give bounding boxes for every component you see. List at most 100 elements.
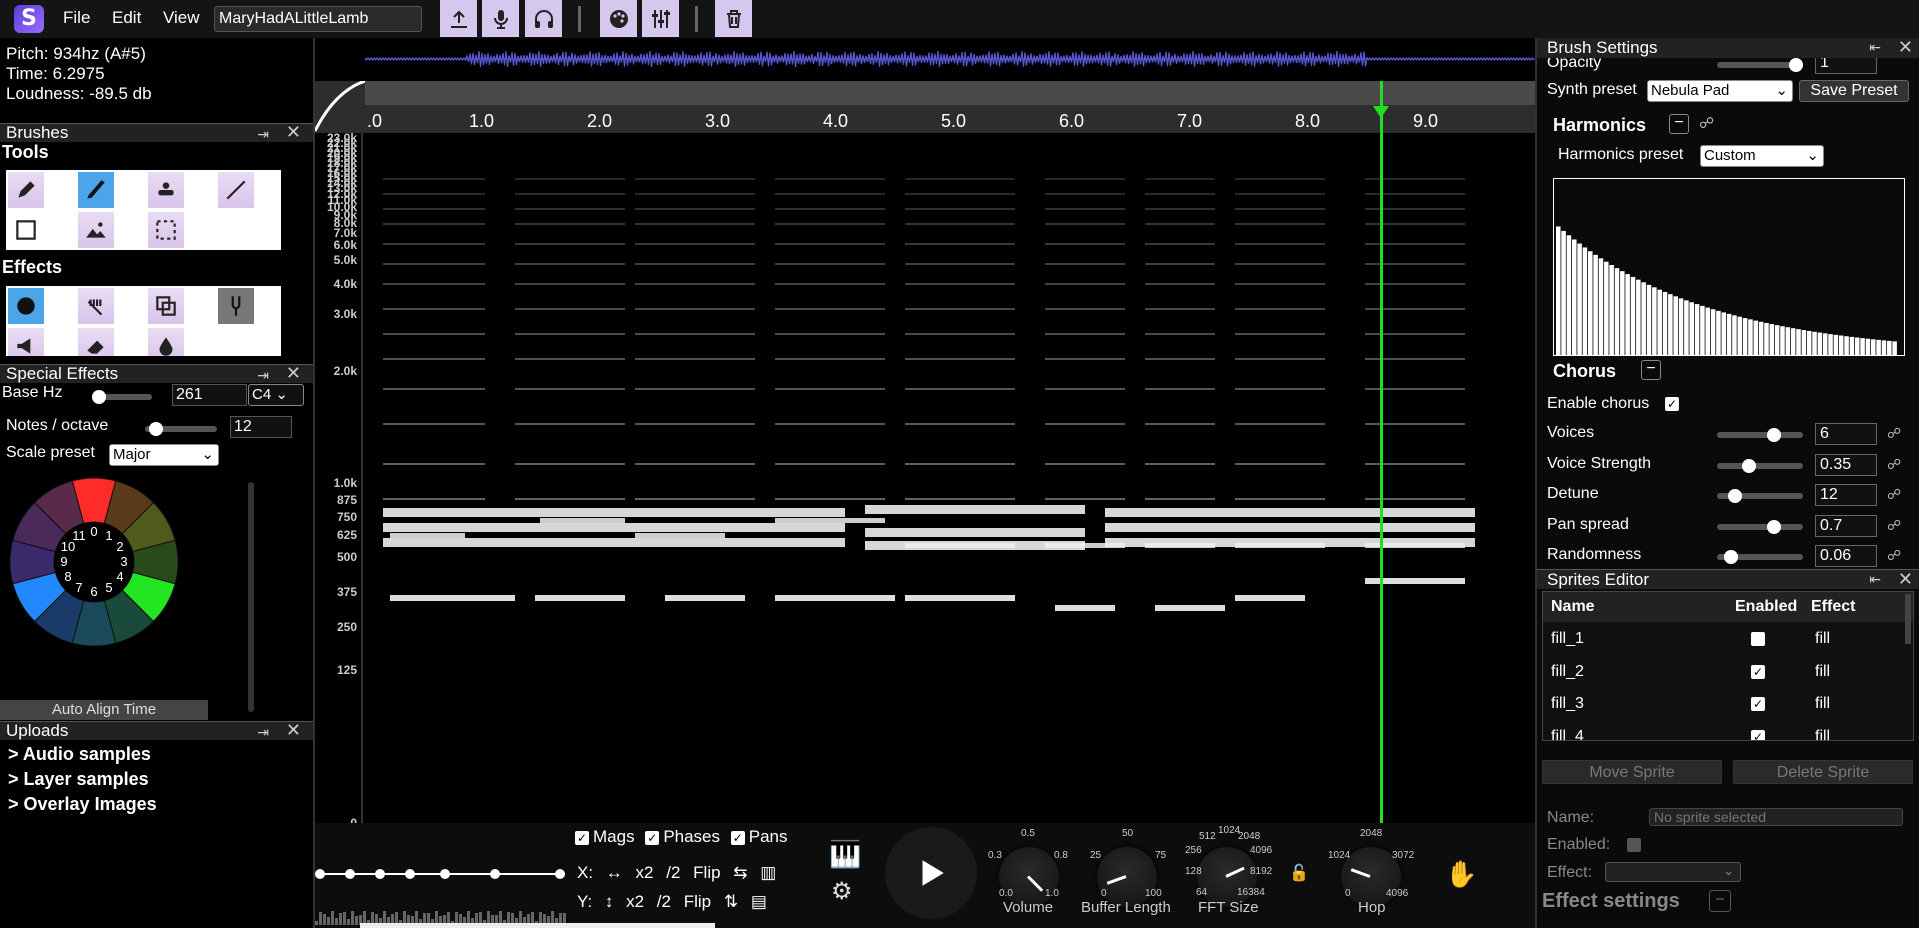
harmonic-bar[interactable] <box>1588 251 1593 355</box>
chorus-param-input[interactable] <box>1815 514 1877 537</box>
y-zoom-in-button[interactable]: x2 <box>626 892 644 911</box>
harmonic-bar[interactable] <box>1822 333 1828 355</box>
save-preset-button[interactable]: Save Preset <box>1799 80 1909 102</box>
undock-icon[interactable]: ⇤ <box>1869 571 1881 588</box>
hand-pan-icon[interactable]: ✋ <box>1445 859 1477 890</box>
harmonic-bar[interactable] <box>1641 282 1646 355</box>
harmonic-bar[interactable] <box>1785 327 1791 355</box>
harmonic-bar[interactable] <box>1806 330 1812 355</box>
pitch-color-wheel[interactable]: 0 1234567891011 <box>4 472 184 652</box>
slider-thumb[interactable] <box>1742 458 1757 473</box>
tuning-fork-effect[interactable] <box>218 288 254 324</box>
clone-effect[interactable] <box>148 288 184 324</box>
stamp-tool[interactable] <box>148 172 184 208</box>
horizontal-grid-icon[interactable]: ▤ <box>751 892 767 911</box>
harmonic-bar[interactable] <box>1876 339 1881 355</box>
harmonic-bar[interactable] <box>1662 291 1668 355</box>
mags-checkbox[interactable]: ✓ Mags <box>575 827 635 846</box>
chorus-param-input[interactable] <box>1815 453 1877 476</box>
harmonic-bar[interactable] <box>1758 321 1764 355</box>
pans-checkbox[interactable]: ✓ Pans <box>730 827 788 846</box>
undock-icon[interactable]: ⇥ <box>257 723 269 741</box>
harmonic-bar[interactable] <box>1860 338 1865 355</box>
chorus-param-slider[interactable] <box>1717 519 1803 534</box>
harmonic-bar[interactable] <box>1668 294 1673 355</box>
table-row[interactable]: fill_3 ✓ fill <box>1543 689 1913 719</box>
harmonic-bar[interactable] <box>1620 271 1625 355</box>
fft-size-knob[interactable] <box>1197 847 1257 907</box>
base-note-select[interactable]: C4 ⌄ <box>248 384 304 406</box>
link-icon[interactable]: ☍ <box>1887 547 1901 564</box>
harmonic-bar[interactable] <box>1748 319 1753 355</box>
slider-thumb[interactable] <box>1724 550 1739 564</box>
harmonic-bar[interactable] <box>1844 336 1849 355</box>
harmonic-bar[interactable] <box>1684 300 1689 355</box>
slider-thumb[interactable] <box>1767 519 1782 534</box>
envelope-point[interactable] <box>375 869 385 879</box>
harmonic-bar[interactable] <box>1646 284 1652 355</box>
table-row[interactable]: fill_2 ✓ fill <box>1543 657 1913 687</box>
chorus-param-input[interactable] <box>1815 423 1877 445</box>
vertical-grid-icon[interactable]: ▥ <box>760 863 776 882</box>
harmonic-bar[interactable] <box>1838 335 1844 355</box>
pencil-tool[interactable] <box>8 172 44 208</box>
spectrogram-canvas[interactable] <box>365 133 1535 823</box>
menu-file[interactable]: File <box>63 8 90 28</box>
harmonic-bar[interactable] <box>1817 332 1823 355</box>
harmonic-bar[interactable] <box>1571 239 1577 355</box>
comb-effect[interactable] <box>78 288 114 324</box>
link-icon[interactable]: ☍ <box>1699 114 1714 132</box>
harmonic-bar[interactable] <box>1678 298 1684 355</box>
vertical-resize-icon[interactable]: ↕ <box>605 892 614 911</box>
sprite-name-input[interactable] <box>1649 808 1903 826</box>
settings-gear-icon[interactable]: ⚙ <box>831 877 853 906</box>
harmonic-bar[interactable] <box>1732 315 1737 355</box>
record-button[interactable] <box>482 0 519 37</box>
table-scrollbar[interactable] <box>1905 594 1911 644</box>
envelope-point[interactable] <box>490 869 500 879</box>
harmonic-bar[interactable] <box>1812 331 1817 355</box>
harmonic-bar[interactable] <box>1742 318 1748 355</box>
slider-thumb[interactable] <box>1767 428 1782 442</box>
harmonic-bar[interactable] <box>1625 274 1630 355</box>
audio-samples-item[interactable]: > Audio samples <box>8 742 157 767</box>
harmonic-bar[interactable] <box>1609 264 1614 355</box>
base-hz-slider[interactable] <box>92 390 152 404</box>
link-icon[interactable]: ☍ <box>1887 456 1901 473</box>
waveform-overview[interactable] <box>365 43 1535 75</box>
harmonic-bar[interactable] <box>1657 289 1662 355</box>
rectangle-tool[interactable] <box>8 212 44 248</box>
harmonic-bar[interactable] <box>1593 254 1598 355</box>
chorus-param-input[interactable] <box>1815 484 1877 506</box>
menu-edit[interactable]: Edit <box>112 8 141 28</box>
harmonic-bar[interactable] <box>1887 340 1892 355</box>
harmonic-bar[interactable] <box>1673 296 1678 355</box>
harmonic-bar[interactable] <box>1710 309 1716 355</box>
harmonic-bar[interactable] <box>1769 324 1775 355</box>
sprite-enabled-checkbox[interactable]: ✓ <box>1751 664 1765 679</box>
delete-sprite-button[interactable]: Delete Sprite <box>1733 760 1913 784</box>
undock-icon[interactable]: ⇥ <box>257 125 269 143</box>
synth-preset-select[interactable]: Nebula Pad ⌄ <box>1647 80 1793 102</box>
chorus-param-slider[interactable] <box>1717 550 1803 564</box>
scale-preset-select[interactable]: Major ⌄ <box>109 444 219 466</box>
chorus-param-slider[interactable] <box>1717 428 1803 442</box>
move-sprite-button[interactable]: Move Sprite <box>1542 760 1722 784</box>
harmonic-bar[interactable] <box>1555 226 1561 355</box>
link-icon[interactable]: ☍ <box>1887 425 1901 442</box>
link-icon[interactable]: ☍ <box>1887 486 1901 503</box>
image-tool[interactable] <box>78 212 114 248</box>
harmonics-preset-select[interactable]: Custom ⌄ <box>1700 145 1824 167</box>
notes-per-octave-input[interactable] <box>230 416 292 438</box>
slider-thumb[interactable] <box>1727 489 1742 503</box>
slider-thumb[interactable] <box>1789 58 1803 72</box>
unlock-icon[interactable]: 🔓 <box>1289 863 1309 883</box>
menu-view[interactable]: View <box>163 8 200 28</box>
chorus-param-slider[interactable] <box>1717 489 1803 503</box>
harmonics-editor[interactable] <box>1553 178 1905 356</box>
envelope-point[interactable] <box>440 869 450 879</box>
slider-thumb[interactable] <box>149 422 163 436</box>
envelope-point[interactable] <box>315 869 325 879</box>
harmonic-bar[interactable] <box>1854 337 1860 355</box>
harmonic-bar[interactable] <box>1561 230 1566 355</box>
